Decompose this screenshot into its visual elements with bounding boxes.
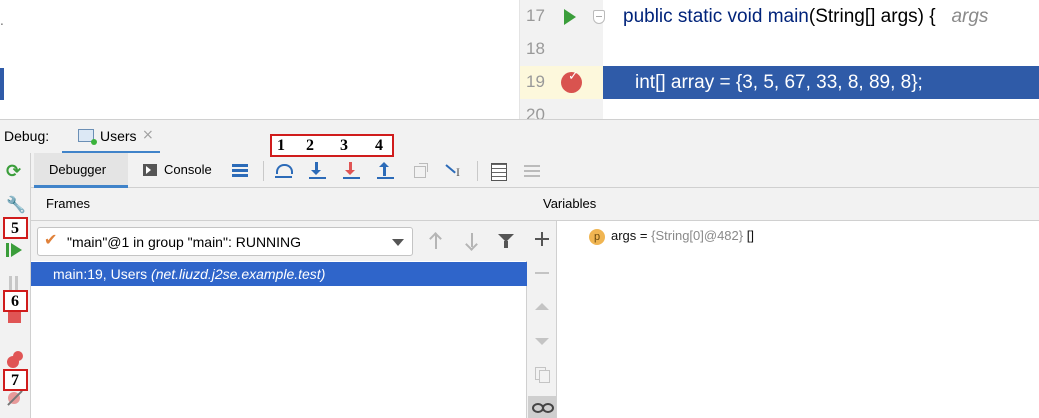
variables-title: Variables — [543, 196, 597, 211]
annotation-number: 6 — [11, 293, 19, 310]
tab-label: Debugger — [49, 162, 107, 177]
annotation-number: 2 — [306, 137, 314, 154]
annotation-callout-toolbar: 1 2 3 4 — [270, 134, 394, 157]
debug-tool-window-header: Debug: Users × — [0, 119, 1039, 154]
tab-label: Console — [164, 162, 212, 177]
code-line-19-execution-point[interactable]: int[] array = {3, 5, 67, 33, 8, 89, 8}; — [603, 66, 1039, 99]
run-gutter-icon[interactable] — [564, 9, 576, 25]
step-over-icon[interactable] — [274, 161, 294, 181]
code-line-18[interactable] — [603, 33, 1039, 66]
toolbar-divider — [477, 161, 478, 181]
plus-icon[interactable] — [534, 231, 550, 247]
annotation-number: 4 — [375, 137, 383, 154]
toolbar-divider — [263, 161, 264, 181]
checkmark-icon: ✔ — [44, 230, 58, 249]
frames-panel: Frames ✔ "main"@1 in group "main": RUNNI… — [31, 188, 527, 418]
variables-panel: Variables p args = {String[0]@482} [] — [527, 188, 1039, 418]
mute-breakpoints-icon[interactable] — [6, 389, 25, 408]
annotation-number: 3 — [340, 137, 348, 154]
line-number: 17 — [526, 6, 545, 25]
run-to-cursor-icon[interactable] — [444, 161, 464, 181]
debugger-toolbar: Debugger Console — [31, 153, 1039, 188]
code-keywords: public static void — [623, 6, 768, 27]
restore-layout-icon[interactable] — [230, 161, 250, 181]
frame-location: main:19, Users — [53, 266, 148, 282]
wrench-icon[interactable]: 🔧 — [6, 195, 26, 214]
thread-dropdown-value: "main"@1 in group "main": RUNNING — [67, 234, 302, 250]
annotation-number: 7 — [11, 372, 19, 389]
variable-equals: = — [636, 228, 652, 243]
project-panel-edge: . — [0, 0, 519, 119]
gutter-line-18[interactable]: 18 — [520, 33, 604, 66]
force-step-into-icon[interactable] — [342, 161, 362, 181]
arrow-up-icon[interactable] — [428, 232, 444, 250]
annotation-number: 5 — [11, 220, 19, 237]
tab-label: Users — [100, 128, 137, 144]
frame-package: (net.liuzd.j2se.example.test) — [151, 266, 326, 282]
code-area[interactable]: public static void main(String[] args) {… — [603, 0, 1039, 119]
move-down-icon[interactable] — [534, 333, 550, 349]
step-into-icon[interactable] — [308, 161, 328, 181]
evaluate-expression-icon[interactable] — [488, 161, 508, 181]
tab-debugger[interactable]: Debugger — [34, 153, 128, 188]
variable-name: args — [611, 228, 637, 243]
filter-icon[interactable] — [498, 232, 514, 250]
selection-indicator — [0, 68, 4, 100]
code-editor[interactable]: . 17 18 19 20 public static void main(St… — [0, 0, 1039, 119]
chevron-down-icon[interactable] — [392, 239, 404, 246]
application-icon — [78, 129, 97, 145]
debug-label: Debug: — [4, 128, 50, 144]
view-breakpoints-icon[interactable] — [6, 351, 25, 370]
arrow-down-icon[interactable] — [464, 232, 480, 250]
copy-icon[interactable] — [534, 366, 550, 383]
frames-controls: ✔ "main"@1 in group "main": RUNNING — [31, 221, 527, 261]
variable-type: {String[0]@482} — [651, 228, 744, 243]
trace-current-stream-icon[interactable] — [522, 161, 542, 181]
resume-program-icon[interactable] — [6, 241, 25, 260]
tab-console[interactable]: Console — [135, 153, 225, 188]
gutter-line-19[interactable]: 19 — [520, 66, 604, 99]
annotation-callout-7: 7 — [3, 369, 28, 391]
line-number: 19 — [526, 72, 545, 91]
drop-frame-icon[interactable] — [411, 161, 431, 181]
annotation-callout-6: 6 — [3, 290, 28, 312]
minus-icon[interactable] — [534, 265, 550, 281]
annotation-callout-5: 5 — [3, 217, 28, 239]
code-signature: (String[] args) { — [808, 6, 936, 27]
editor-gutter[interactable]: 17 18 19 20 — [519, 0, 605, 119]
variable-row[interactable]: p args = {String[0]@482} [] — [589, 228, 754, 246]
panel-marker: . — [0, 14, 4, 28]
code-line-17[interactable]: public static void main(String[] args) {… — [603, 0, 1039, 33]
frame-text: main:19, Users (net.liuzd.j2se.example.t… — [53, 266, 325, 282]
variables-header: Variables — [527, 188, 1039, 221]
run-config-tab-users[interactable]: Users × — [62, 120, 160, 154]
frame-row-selected[interactable]: main:19, Users (net.liuzd.j2se.example.t… — [31, 262, 527, 286]
line-number: 18 — [526, 39, 545, 58]
variables-toolbar — [527, 221, 557, 418]
gutter-line-20[interactable]: 20 — [520, 99, 604, 119]
frames-header: Frames — [31, 188, 527, 221]
annotation-number: 1 — [277, 137, 285, 154]
console-icon — [143, 164, 157, 176]
close-icon[interactable]: × — [142, 127, 154, 143]
parameter-icon: p — [589, 228, 605, 245]
inline-value-hint: args — [951, 6, 989, 27]
code-method-name: main — [767, 6, 809, 27]
variable-value: [] — [746, 228, 754, 243]
code-text: int[] array = {3, 5, 67, 33, 8, 89, 8}; — [635, 72, 923, 93]
glasses-icon[interactable] — [528, 396, 556, 418]
step-out-icon[interactable] — [376, 161, 396, 181]
line-number: 20 — [526, 105, 545, 119]
rerun-icon[interactable]: ⟳ — [6, 162, 25, 181]
frames-title: Frames — [46, 196, 91, 211]
thread-dropdown[interactable]: ✔ "main"@1 in group "main": RUNNING — [37, 227, 413, 256]
move-up-icon[interactable] — [534, 299, 550, 315]
breakpoint-icon[interactable] — [561, 69, 582, 93]
gutter-line-17[interactable]: 17 — [520, 0, 605, 33]
